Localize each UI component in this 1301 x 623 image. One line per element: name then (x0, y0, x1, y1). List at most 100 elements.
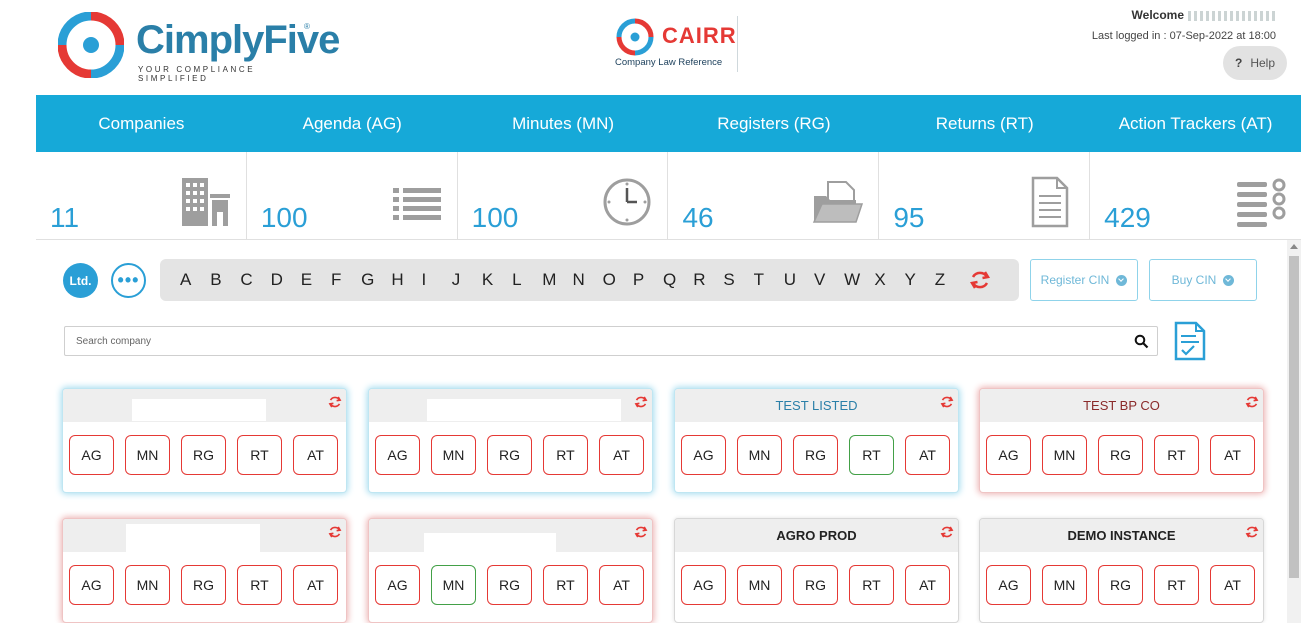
stat-returns[interactable]: 95 (879, 152, 1091, 240)
company-card[interactable]: TEST LISTED AG MN RG RT AT (675, 389, 958, 492)
code-ag-button[interactable]: AG (375, 435, 420, 475)
code-mn-button[interactable]: MN (431, 435, 476, 475)
letter-q[interactable]: Q (663, 270, 693, 290)
letter-x[interactable]: X (874, 270, 904, 290)
cimplyfive-logo[interactable]: CimplyFive ® YOUR COMPLIANCE SIMPLIFIED (58, 12, 340, 83)
code-rg-button[interactable]: RG (793, 435, 838, 475)
code-at-button[interactable]: AT (599, 435, 644, 475)
sync-refresh-icon[interactable] (328, 525, 342, 539)
letter-a[interactable]: A (180, 270, 210, 290)
code-at-button[interactable]: AT (905, 435, 950, 475)
code-at-button[interactable]: AT (1210, 435, 1255, 475)
letter-v[interactable]: V (814, 270, 844, 290)
sync-refresh-icon[interactable] (1245, 525, 1259, 539)
sync-refresh-icon[interactable] (940, 395, 954, 409)
report-document-icon[interactable] (1174, 321, 1206, 361)
sync-refresh-icon[interactable] (1245, 395, 1259, 409)
code-ag-button[interactable]: AG (681, 565, 726, 605)
letter-n[interactable]: N (572, 270, 602, 290)
code-rt-button[interactable]: RT (1154, 565, 1199, 605)
code-mn-button[interactable]: MN (125, 565, 170, 605)
letter-r[interactable]: R (693, 270, 723, 290)
scroll-up-arrow-icon[interactable] (1290, 244, 1298, 249)
code-at-button[interactable]: AT (293, 565, 338, 605)
code-ag-button[interactable]: AG (681, 435, 726, 475)
code-mn-button[interactable]: MN (737, 565, 782, 605)
code-rt-button[interactable]: RT (849, 565, 894, 605)
code-rg-button[interactable]: RG (1098, 435, 1143, 475)
company-card[interactable]: DEMO INSTANCE AG MN RG RT AT (980, 519, 1263, 622)
code-rt-button[interactable]: RT (543, 435, 588, 475)
vertical-scrollbar[interactable] (1287, 240, 1301, 623)
nav-item-agenda[interactable]: Agenda (AG) (247, 95, 458, 152)
more-filter-button[interactable]: ••• (111, 263, 146, 298)
letter-e[interactable]: E (301, 270, 331, 290)
letter-t[interactable]: T (754, 270, 784, 290)
code-ag-button[interactable]: AG (69, 565, 114, 605)
code-rg-button[interactable]: RG (487, 435, 532, 475)
nav-item-registers[interactable]: Registers (RG) (668, 95, 879, 152)
letter-c[interactable]: C (240, 270, 270, 290)
letter-j[interactable]: J (452, 270, 482, 290)
company-card[interactable]: AG MN RG RT AT (369, 519, 652, 622)
letter-m[interactable]: M (542, 270, 572, 290)
sync-refresh-icon[interactable] (940, 525, 954, 539)
letter-w[interactable]: W (844, 270, 874, 290)
letter-f[interactable]: F (331, 270, 361, 290)
cairr-logo[interactable]: CAIRR Company Law Reference (614, 16, 738, 72)
code-mn-button[interactable]: MN (1042, 565, 1087, 605)
letter-y[interactable]: Y (905, 270, 935, 290)
stat-registers[interactable]: 46 (668, 152, 880, 240)
code-rt-button[interactable]: RT (1154, 435, 1199, 475)
code-mn-button[interactable]: MN (431, 565, 476, 605)
code-at-button[interactable]: AT (1210, 565, 1255, 605)
sync-refresh-icon[interactable] (328, 395, 342, 409)
reset-filter-refresh-icon[interactable] (969, 269, 991, 291)
letter-h[interactable]: H (391, 270, 421, 290)
letter-b[interactable]: B (210, 270, 240, 290)
search-company-input[interactable] (65, 327, 1125, 355)
code-rg-button[interactable]: RG (1098, 565, 1143, 605)
nav-item-action-trackers[interactable]: Action Trackers (AT) (1090, 95, 1301, 152)
register-cin-button[interactable]: Register CIN (1030, 259, 1138, 301)
code-ag-button[interactable]: AG (69, 435, 114, 475)
scrollbar-thumb[interactable] (1289, 256, 1299, 578)
company-card[interactable]: AGRO PROD AG MN RG RT AT (675, 519, 958, 622)
code-ag-button[interactable]: AG (986, 565, 1031, 605)
letter-k[interactable]: K (482, 270, 512, 290)
stat-action-trackers[interactable]: 429 (1090, 152, 1301, 240)
nav-item-companies[interactable]: Companies (36, 95, 247, 152)
ltd-filter-button[interactable]: Ltd. (63, 263, 98, 298)
code-at-button[interactable]: AT (905, 565, 950, 605)
code-mn-button[interactable]: MN (125, 435, 170, 475)
search-icon[interactable] (1134, 334, 1149, 349)
code-rt-button[interactable]: RT (849, 435, 894, 475)
code-at-button[interactable]: AT (293, 435, 338, 475)
nav-item-returns[interactable]: Returns (RT) (879, 95, 1090, 152)
letter-s[interactable]: S (723, 270, 753, 290)
company-card[interactable]: TEST BP CO AG MN RG RT AT (980, 389, 1263, 492)
sync-refresh-icon[interactable] (634, 395, 648, 409)
letter-u[interactable]: U (784, 270, 814, 290)
letter-l[interactable]: L (512, 270, 542, 290)
code-ag-button[interactable]: AG (375, 565, 420, 605)
sync-refresh-icon[interactable] (634, 525, 648, 539)
buy-cin-button[interactable]: Buy CIN (1149, 259, 1257, 301)
company-card[interactable]: AG MN RG RT AT (63, 389, 346, 492)
company-card[interactable]: AG MN RG RT AT (369, 389, 652, 492)
code-rt-button[interactable]: RT (237, 565, 282, 605)
code-rg-button[interactable]: RG (181, 565, 226, 605)
code-rg-button[interactable]: RG (181, 435, 226, 475)
letter-d[interactable]: D (271, 270, 301, 290)
letter-p[interactable]: P (633, 270, 663, 290)
nav-item-minutes[interactable]: Minutes (MN) (458, 95, 669, 152)
company-card[interactable]: AG MN RG RT AT (63, 519, 346, 622)
code-rg-button[interactable]: RG (487, 565, 532, 605)
code-rt-button[interactable]: RT (543, 565, 588, 605)
stat-agenda[interactable]: 100 (247, 152, 458, 240)
help-button[interactable]: ? Help (1223, 46, 1287, 80)
letter-g[interactable]: G (361, 270, 391, 290)
letter-i[interactable]: I (422, 270, 452, 290)
stat-companies[interactable]: 11 (36, 152, 247, 240)
code-at-button[interactable]: AT (599, 565, 644, 605)
